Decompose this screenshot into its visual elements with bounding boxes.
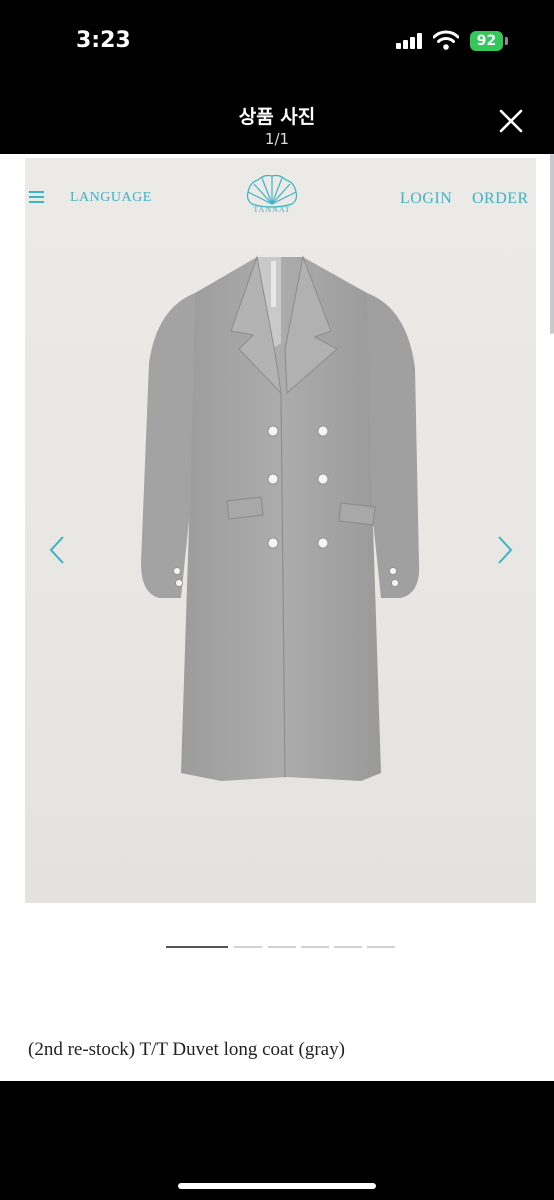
pagination-dot[interactable] [268, 946, 296, 948]
pagination-dot[interactable] [166, 946, 228, 948]
close-icon[interactable] [494, 104, 528, 138]
pagination-dot[interactable] [234, 946, 262, 948]
chevron-left-icon[interactable] [45, 533, 69, 567]
signal-icon [396, 33, 422, 49]
scrollbar[interactable] [550, 154, 554, 334]
status-time: 3:23 [76, 28, 131, 53]
language-link[interactable]: LANGUAGE [70, 190, 152, 206]
wifi-icon [433, 30, 459, 50]
battery-level: 92 [476, 33, 497, 49]
status-bar: 3:23 92 [0, 0, 554, 84]
product-title: (2nd re-stock) T/T Duvet long coat (gray… [28, 1039, 345, 1060]
site-nav: LANGUAGE TANNAT LOGIN ORDER [25, 158, 536, 228]
image-counter: 1/1 [264, 130, 290, 148]
pagination-dot[interactable] [367, 946, 395, 948]
battery-icon: 92 [470, 31, 503, 51]
coat-image [141, 255, 420, 781]
battery-cap [505, 37, 508, 45]
viewer-title: 상품 사진 [238, 106, 316, 128]
order-link[interactable]: ORDER [472, 190, 529, 208]
home-indicator[interactable] [178, 1183, 376, 1189]
viewer-header: 상품 사진 1/1 [0, 84, 554, 154]
pagination-dot[interactable] [301, 946, 329, 948]
chevron-right-icon[interactable] [493, 533, 517, 567]
hamburger-menu-icon[interactable] [29, 191, 44, 203]
product-image[interactable]: LANGUAGE TANNAT LOGIN ORDER [25, 158, 536, 903]
pagination-dot[interactable] [334, 946, 362, 948]
content-area[interactable]: LANGUAGE TANNAT LOGIN ORDER (2nd re-stoc… [0, 154, 554, 1081]
login-link[interactable]: LOGIN [400, 190, 452, 208]
brand-name: TANNAT [253, 205, 291, 214]
